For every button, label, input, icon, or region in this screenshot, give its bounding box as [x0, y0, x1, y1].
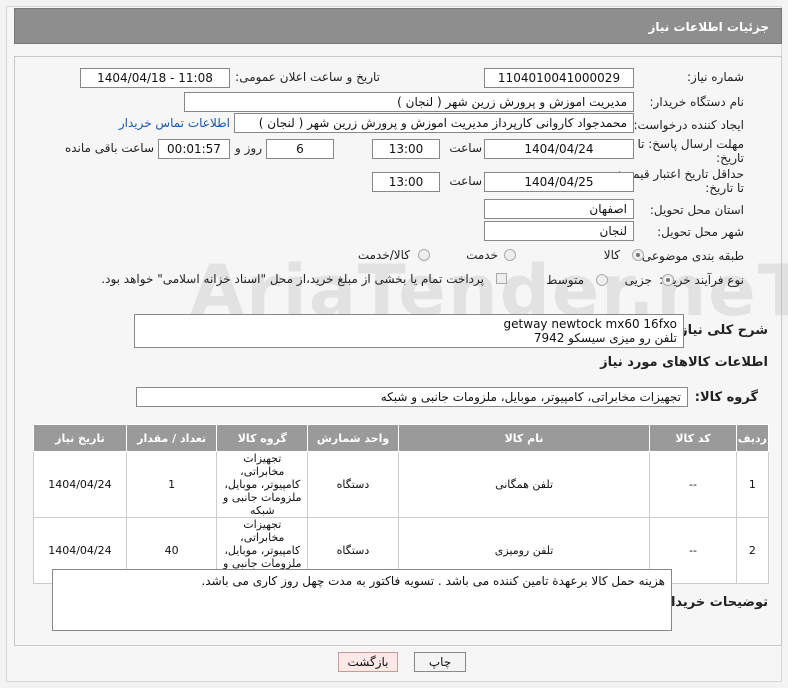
- validity-date-field: 1404/04/25: [484, 172, 634, 192]
- validity-label-2: تا تاریخ:: [705, 181, 744, 195]
- validity-label: حداقل تاریخ اعتبار قیمت:: [617, 167, 744, 181]
- col-date: تاریخ نیاز: [33, 424, 127, 452]
- table-header-row: ردیف کد کالا نام کالا واحد شمارش گروه کا…: [33, 424, 770, 452]
- deadline-time-field: 13:00: [372, 139, 440, 159]
- summary-line-2: تلفن رو میزی سیسکو 7942: [533, 331, 677, 345]
- notes-label: توضیحات خریدار:: [658, 595, 768, 610]
- col-code: کد کالا: [649, 424, 737, 452]
- goods-info-title: اطلاعات کالاهای مورد نیاز: [600, 355, 768, 370]
- deadline-time-label: ساعت: [449, 141, 482, 155]
- buyer-org-label: نام دستگاه خریدار:: [649, 95, 745, 109]
- deadline-date-field: 1404/04/24: [484, 139, 634, 159]
- validity-time-field: 13:00: [372, 172, 440, 192]
- col-group: گروه کالا: [216, 424, 309, 452]
- category-radio-service[interactable]: [504, 249, 516, 261]
- deadline-label: مهلت ارسال پاسخ: تا: [637, 137, 744, 151]
- city-label: شهر محل تحویل:: [657, 225, 744, 239]
- category-option-goods-service: کالا/خدمت: [357, 248, 410, 262]
- purchase-option-medium: متوسط: [546, 273, 584, 287]
- days-label: روز و: [235, 141, 262, 155]
- need-number-label: شماره نیاز:: [687, 70, 744, 84]
- purchase-radio-minor[interactable]: [662, 274, 674, 286]
- province-label: استان محل تحویل:: [649, 203, 744, 217]
- col-qty: تعداد / مقدار: [125, 424, 218, 452]
- page-header: جزئیات اطلاعات نیاز: [14, 8, 782, 44]
- summary-line-1: getway newtock mx60 16fxo: [503, 317, 677, 331]
- notes-textarea[interactable]: هزینه حمل کالا برعهدة تامین کننده می باش…: [52, 569, 672, 631]
- payment-note: پرداخت تمام یا بخشی از مبلغ خرید،از محل …: [101, 272, 484, 286]
- category-label: طبقه بندی موضوعی:: [637, 249, 744, 263]
- deadline-label-2: تاریخ:: [716, 151, 744, 165]
- city-field: لنجان: [484, 221, 634, 241]
- summary-label: شرح کلی نیاز:: [674, 323, 768, 338]
- col-row: ردیف: [735, 424, 770, 452]
- page-title: جزئیات اطلاعات نیاز: [648, 20, 769, 34]
- requester-label: ایجاد کننده درخواست:: [633, 118, 744, 132]
- category-radio-goods-service[interactable]: [418, 249, 430, 261]
- items-table: ردیف کد کالا نام کالا واحد شمارش گروه کا…: [33, 424, 770, 584]
- cell-date: 1404/04/24: [33, 451, 127, 518]
- col-name: نام کالا: [397, 424, 651, 452]
- cell-group: تجهیزات مخابراتی، کامپیوتر، موبایل، ملزو…: [216, 451, 309, 518]
- buyer-org-field: مدیریت اموزش و پرورش زرین شهر ( لنجان ): [184, 92, 634, 112]
- cell-name: تلفن همگانی: [397, 451, 651, 518]
- cell-row: 2: [735, 517, 770, 584]
- goods-group-label: گروه کالا:: [694, 390, 758, 405]
- province-field: اصفهان: [484, 199, 634, 219]
- purchase-option-minor: جزیی: [624, 273, 652, 287]
- category-option-goods: کالا: [603, 248, 620, 262]
- cell-row: 1: [735, 451, 770, 518]
- cell-qty: 1: [125, 451, 218, 518]
- table-row: 1 -- تلفن همگانی دستگاه تجهیزات مخابراتی…: [33, 451, 770, 518]
- announce-field: 1404/04/18 - 11:08: [80, 68, 230, 88]
- contact-info-link[interactable]: اطلاعات تماس خریدار: [119, 116, 230, 130]
- purchase-radio-medium[interactable]: [596, 274, 608, 286]
- notes-text: هزینه حمل کالا برعهدة تامین کننده می باش…: [201, 574, 665, 588]
- summary-textarea[interactable]: getway newtock mx60 16fxo تلفن رو میزی س…: [134, 314, 684, 348]
- treasury-checkbox[interactable]: [496, 273, 507, 284]
- category-radio-goods[interactable]: [632, 249, 644, 261]
- back-button[interactable]: بازگشت: [338, 652, 398, 672]
- print-button[interactable]: چاپ: [414, 652, 466, 672]
- cell-code: --: [649, 451, 737, 518]
- goods-group-field: تجهیزات مخابراتی، کامپیوتر، موبایل، ملزو…: [136, 387, 688, 407]
- col-unit: واحد شمارش: [307, 424, 399, 452]
- days-field: 6: [266, 139, 334, 159]
- remaining-time-field: 00:01:57: [158, 139, 230, 159]
- announce-label: تاریخ و ساعت اعلان عمومی:: [235, 70, 380, 84]
- requester-field: محمدجواد کاروانی کارپرداز مدیریت اموزش و…: [234, 113, 634, 133]
- category-option-service: خدمت: [466, 248, 498, 262]
- validity-time-label: ساعت: [449, 174, 482, 188]
- cell-unit: دستگاه: [307, 451, 399, 518]
- remaining-label: ساعت باقی مانده: [64, 141, 154, 155]
- need-number-field: 1104010041000029: [484, 68, 634, 88]
